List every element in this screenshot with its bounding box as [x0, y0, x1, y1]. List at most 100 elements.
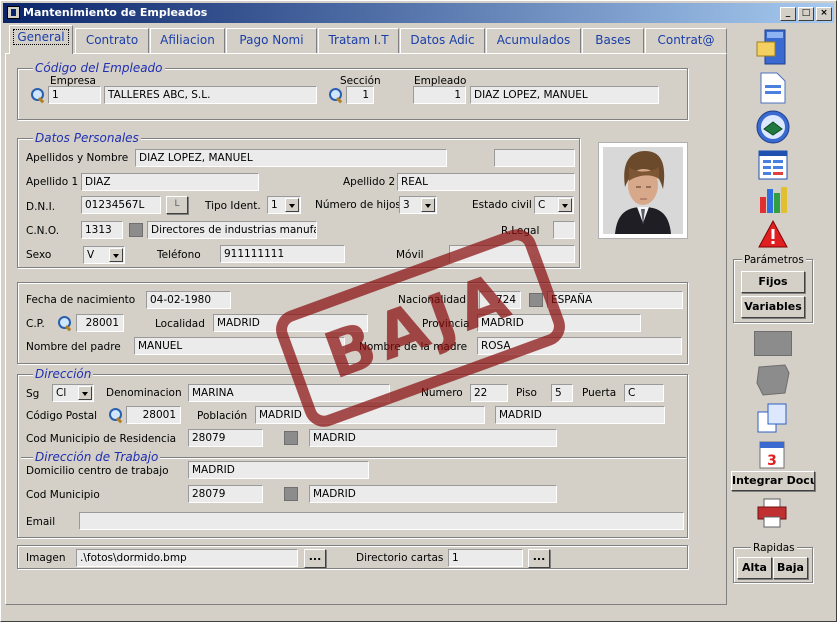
search-icon[interactable] [328, 87, 344, 103]
extra-field[interactable] [494, 149, 575, 167]
municipio-residencia-name-field[interactable]: MADRID [309, 429, 557, 447]
chevron-down-icon[interactable] [421, 198, 435, 212]
rlegal-field[interactable] [553, 221, 575, 239]
localidad-field[interactable]: MADRID [213, 314, 368, 332]
document-icon[interactable] [757, 71, 789, 105]
numero-field[interactable]: 22 [470, 384, 508, 402]
alta-button[interactable]: Alta [737, 557, 772, 579]
database-icon[interactable] [755, 28, 791, 66]
cno-desc-field[interactable]: Directores de industrias manufactu [147, 221, 317, 239]
denominacion-field[interactable]: MARINA [188, 384, 390, 402]
chevron-down-icon[interactable] [109, 248, 123, 262]
municipio-residencia-label: Cod Municipio de Residencia [26, 433, 177, 445]
madre-field[interactable]: ROSA [477, 337, 682, 355]
tab-pago-nomi[interactable]: Pago Nomi [226, 28, 317, 53]
codigo-postal-field[interactable]: 28001 [126, 406, 181, 424]
parametros-label: Parámetros [742, 253, 806, 267]
nacionalidad-code-field[interactable]: 724 [479, 291, 521, 309]
num-hijos-label: Número de hijos [315, 199, 401, 211]
domicilio-trabajo-label: Domicilio centro de trabajo [26, 465, 169, 477]
imagen-path-field[interactable]: .\fotos\dormido.bmp [76, 549, 298, 567]
tab-datos-adic[interactable]: Datos Adic [400, 28, 485, 53]
fecha-nacimiento-field[interactable]: 04-02-1980 [146, 291, 231, 309]
tab-tratam-it[interactable]: Tratam I.T [318, 28, 399, 53]
disabled-map-icon[interactable] [755, 363, 791, 397]
chevron-down-icon[interactable] [78, 386, 92, 400]
printer-icon[interactable] [756, 497, 790, 529]
apellido1-field[interactable]: DIAZ [81, 173, 259, 191]
nacionalidad-name-field[interactable]: ESPAÑA [547, 291, 683, 309]
title-bar[interactable]: Mantenimiento de Empleados _ □ × [3, 3, 834, 23]
tab-bases[interactable]: Bases [582, 28, 644, 53]
provincia-field[interactable]: MADRID [477, 314, 641, 332]
puerta-field[interactable]: C [624, 384, 664, 402]
domicilio-trabajo-field[interactable]: MADRID [188, 461, 369, 479]
tab-general[interactable]: General [9, 25, 73, 54]
dni-letter-button[interactable]: L [166, 196, 188, 214]
trabajo-legend: Dirección de Trabajo [33, 450, 161, 464]
book-icon[interactable] [755, 109, 791, 145]
poblacion-field[interactable]: MADRID [255, 406, 485, 424]
minimize-button[interactable]: _ [780, 7, 796, 21]
poblacion-label: Población [197, 410, 248, 422]
svg-text:3: 3 [767, 453, 777, 469]
empleado-name-field[interactable]: DIAZ LOPEZ, MANUEL [470, 86, 659, 104]
window-title: Mantenimiento de Empleados [23, 6, 208, 19]
directorio-cartas-field[interactable]: 1 [448, 549, 523, 567]
sexo-label: Sexo [26, 249, 52, 261]
municipio-trabajo-name-field[interactable]: MADRID [309, 485, 557, 503]
cp-field[interactable]: 28001 [76, 314, 124, 332]
close-button[interactable]: × [816, 7, 832, 21]
movil-field[interactable] [449, 245, 575, 263]
directorio-browse-button[interactable]: ... [528, 549, 550, 568]
copy-icon[interactable] [756, 402, 790, 434]
variables-button[interactable]: Variables [741, 296, 805, 318]
piso-label: Piso [516, 387, 537, 399]
municipio-lookup-button[interactable] [284, 431, 298, 445]
chevron-down-icon[interactable] [285, 198, 299, 212]
municipio-trabajo-lookup-button[interactable] [284, 487, 298, 501]
tipo-ident-select[interactable]: 1 [267, 196, 301, 214]
piso-field[interactable]: 5 [551, 384, 573, 402]
seccion-code-field[interactable]: 1 [346, 86, 374, 104]
cno-code-field[interactable]: 1313 [81, 221, 123, 239]
cno-lookup-button[interactable] [129, 223, 143, 237]
search-icon[interactable] [57, 315, 73, 331]
municipio-trabajo-code-field[interactable]: 28079 [188, 485, 263, 503]
sg-select[interactable]: Cl [52, 384, 94, 402]
disabled-tool-icon[interactable] [754, 331, 792, 356]
email-field[interactable] [79, 512, 684, 530]
imagen-browse-button[interactable]: ... [304, 549, 326, 568]
bar-chart-icon[interactable] [757, 183, 789, 215]
poblacion2-field[interactable]: MADRID [495, 406, 665, 424]
baja-button[interactable]: Baja [773, 557, 808, 579]
apellido2-field[interactable]: REAL [397, 173, 575, 191]
search-icon[interactable] [30, 87, 46, 103]
num-hijos-select[interactable]: 3 [399, 196, 437, 214]
tab-contrato[interactable]: Contrato [75, 28, 149, 53]
search-icon[interactable] [108, 407, 124, 423]
nacionalidad-lookup-button[interactable] [529, 293, 543, 307]
chevron-down-icon[interactable] [558, 198, 572, 212]
warning-icon[interactable] [757, 219, 789, 249]
sexo-select[interactable]: V [83, 246, 125, 264]
empleado-code-field[interactable]: 1 [413, 86, 466, 104]
telefono-field[interactable]: 911111111 [220, 245, 345, 263]
calendar-icon[interactable]: 3 [758, 438, 788, 470]
empresa-code-field[interactable]: 1 [48, 86, 101, 104]
empresa-name-field[interactable]: TALLERES ABC, S.L. [104, 86, 317, 104]
municipio-residencia-code-field[interactable]: 28079 [188, 429, 263, 447]
tab-acumulados[interactable]: Acumulados [486, 28, 581, 53]
apellidos-nombre-field[interactable]: DIAZ LOPEZ, MANUEL [135, 149, 447, 167]
tab-contrat-arroba[interactable]: Contrat@ [645, 28, 727, 53]
fijos-button[interactable]: Fijos [741, 271, 805, 293]
puerta-label: Puerta [582, 387, 617, 399]
integrar-documentos-button[interactable]: Integrar Docur [731, 471, 815, 491]
estado-civil-select[interactable]: C [534, 196, 574, 214]
employee-photo[interactable] [598, 142, 688, 239]
maximize-button[interactable]: □ [798, 7, 814, 21]
form-icon[interactable] [757, 149, 789, 181]
padre-field[interactable]: MANUEL [134, 337, 345, 355]
dni-field[interactable]: 01234567L [81, 196, 161, 214]
tab-afiliacion[interactable]: Afiliacion [150, 28, 225, 53]
